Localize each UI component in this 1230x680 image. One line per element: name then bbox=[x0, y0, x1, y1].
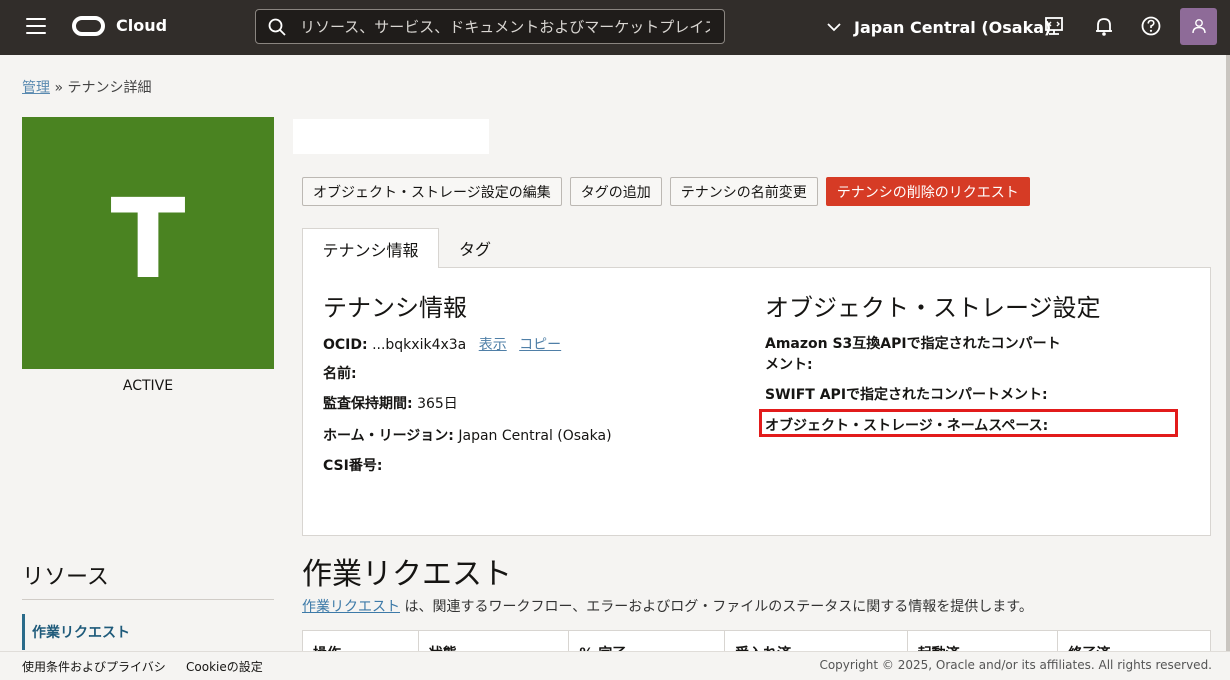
swift-compartment-row: SWIFT APIで指定されたコンパートメント: bbox=[765, 384, 1048, 404]
user-icon bbox=[1192, 19, 1206, 34]
region-selector[interactable]: Japan Central (Osaka) bbox=[826, 16, 1051, 38]
cookie-settings-link[interactable]: Cookieの設定 bbox=[186, 658, 263, 675]
name-label: 名前: bbox=[323, 366, 357, 382]
audit-retention-value: 365日 bbox=[417, 396, 458, 412]
column-header-state[interactable]: 状態 bbox=[419, 631, 570, 652]
search-icon bbox=[268, 18, 286, 36]
ocid-show-link[interactable]: 表示 bbox=[479, 337, 507, 353]
column-header-finished[interactable]: 終了済 bbox=[1058, 631, 1210, 652]
developer-tools-icon[interactable] bbox=[1043, 15, 1065, 37]
s3-compartment-row-2: メント: bbox=[765, 354, 813, 374]
tenancy-tile: T bbox=[22, 117, 274, 369]
breadcrumb-link-admin[interactable]: 管理 bbox=[22, 80, 50, 96]
s3-compartment-row: Amazon S3互換APIで指定されたコンパート bbox=[765, 333, 1061, 353]
tenancy-name-title bbox=[293, 119, 489, 154]
search-input[interactable] bbox=[300, 16, 710, 38]
s3-compartment-label-line2: メント: bbox=[765, 357, 813, 373]
resource-item-work-requests[interactable]: 作業リクエスト bbox=[22, 614, 274, 650]
home-region-row: ホーム・リージョン: Japan Central (Osaka) bbox=[323, 425, 612, 445]
audit-retention-row: 監査保持期間: 365日 bbox=[323, 393, 458, 413]
breadcrumb-separator: » bbox=[54, 80, 64, 96]
name-row: 名前: bbox=[323, 363, 357, 383]
tab-tags[interactable]: タグ bbox=[440, 228, 510, 268]
search-box[interactable] bbox=[255, 9, 725, 44]
copyright-text: Copyright © 2025, Oracle and/or its affi… bbox=[819, 658, 1212, 672]
profile-avatar[interactable] bbox=[1180, 8, 1217, 45]
work-requests-doc-link[interactable]: 作業リクエスト bbox=[302, 599, 400, 615]
rename-tenancy-button[interactable]: テナンシの名前変更 bbox=[669, 177, 818, 206]
column-header-operation[interactable]: 操作 bbox=[303, 631, 419, 652]
swift-compartment-label: SWIFT APIで指定されたコンパートメント: bbox=[765, 387, 1048, 403]
resources-divider bbox=[22, 599, 274, 600]
help-icon[interactable] bbox=[1140, 15, 1162, 37]
ocid-copy-link[interactable]: コピー bbox=[519, 337, 561, 353]
audit-retention-label: 監査保持期間: bbox=[323, 396, 413, 412]
ocid-label: OCID: bbox=[323, 337, 368, 353]
work-requests-heading: 作業リクエスト bbox=[302, 557, 512, 592]
edit-object-storage-button[interactable]: オブジェクト・ストレージ設定の編集 bbox=[302, 177, 562, 206]
home-region-value: Japan Central (Osaka) bbox=[458, 428, 612, 444]
footer: 使用条件およびプライバシ Cookieの設定 Copyright © 2025,… bbox=[0, 651, 1230, 680]
column-header-percent-complete[interactable]: % 完了 bbox=[569, 631, 726, 652]
resources-heading: リソース bbox=[22, 565, 109, 590]
column-header-accepted[interactable]: 受入れ済 bbox=[725, 631, 908, 652]
notification-bell-icon[interactable] bbox=[1093, 15, 1115, 37]
home-region-label: ホーム・リージョン: bbox=[323, 428, 454, 444]
csi-row: CSI番号: bbox=[323, 455, 382, 475]
chevron-down-icon bbox=[827, 23, 841, 32]
top-bar: Cloud Japan Central (Osaka) bbox=[0, 0, 1230, 55]
add-tags-button[interactable]: タグの追加 bbox=[569, 177, 662, 206]
breadcrumb: 管理 » テナンシ詳細 bbox=[22, 77, 151, 97]
work-requests-desc-text: は、関連するワークフロー、エラーおよびログ・ファイルのステータスに関する情報を提… bbox=[400, 599, 1033, 615]
request-delete-tenancy-button[interactable]: テナンシの削除のリクエスト bbox=[825, 177, 1030, 206]
region-label: Japan Central (Osaka) bbox=[854, 17, 1052, 37]
namespace-highlight-box bbox=[759, 409, 1178, 437]
brand-label[interactable]: Cloud bbox=[116, 16, 167, 35]
object-storage-heading: オブジェクト・ストレージ設定 bbox=[765, 294, 1101, 322]
ocid-row: OCID: ...bqkxik4x3a 表示 コピー bbox=[323, 334, 561, 354]
work-requests-description: 作業リクエスト は、関連するワークフロー、エラーおよびログ・ファイルのステータス… bbox=[302, 596, 1033, 616]
terms-privacy-link[interactable]: 使用条件およびプライバシ bbox=[22, 658, 166, 675]
menu-icon[interactable] bbox=[26, 18, 46, 36]
csi-label: CSI番号: bbox=[323, 458, 383, 474]
s3-compartment-label-line1: Amazon S3互換APIで指定されたコンパート bbox=[765, 336, 1061, 352]
tenancy-info-heading: テナンシ情報 bbox=[323, 294, 467, 322]
breadcrumb-current: テナンシ詳細 bbox=[67, 80, 152, 96]
oracle-logo[interactable] bbox=[72, 16, 105, 36]
column-header-started[interactable]: 起動済 bbox=[908, 631, 1059, 652]
action-bar: オブジェクト・ストレージ設定の編集 タグの追加 テナンシの名前変更 テナンシの削… bbox=[302, 177, 1030, 206]
work-requests-table-header: 操作 状態 % 完了 受入れ済 起動済 終了済 bbox=[302, 630, 1211, 652]
tenancy-initial: T bbox=[110, 175, 186, 303]
tenancy-status: ACTIVE bbox=[122, 378, 174, 394]
ocid-value: ...bqkxik4x3a bbox=[372, 337, 467, 353]
page-scrollbar[interactable] bbox=[1226, 55, 1230, 651]
tab-tenancy-info[interactable]: テナンシ情報 bbox=[302, 228, 439, 268]
